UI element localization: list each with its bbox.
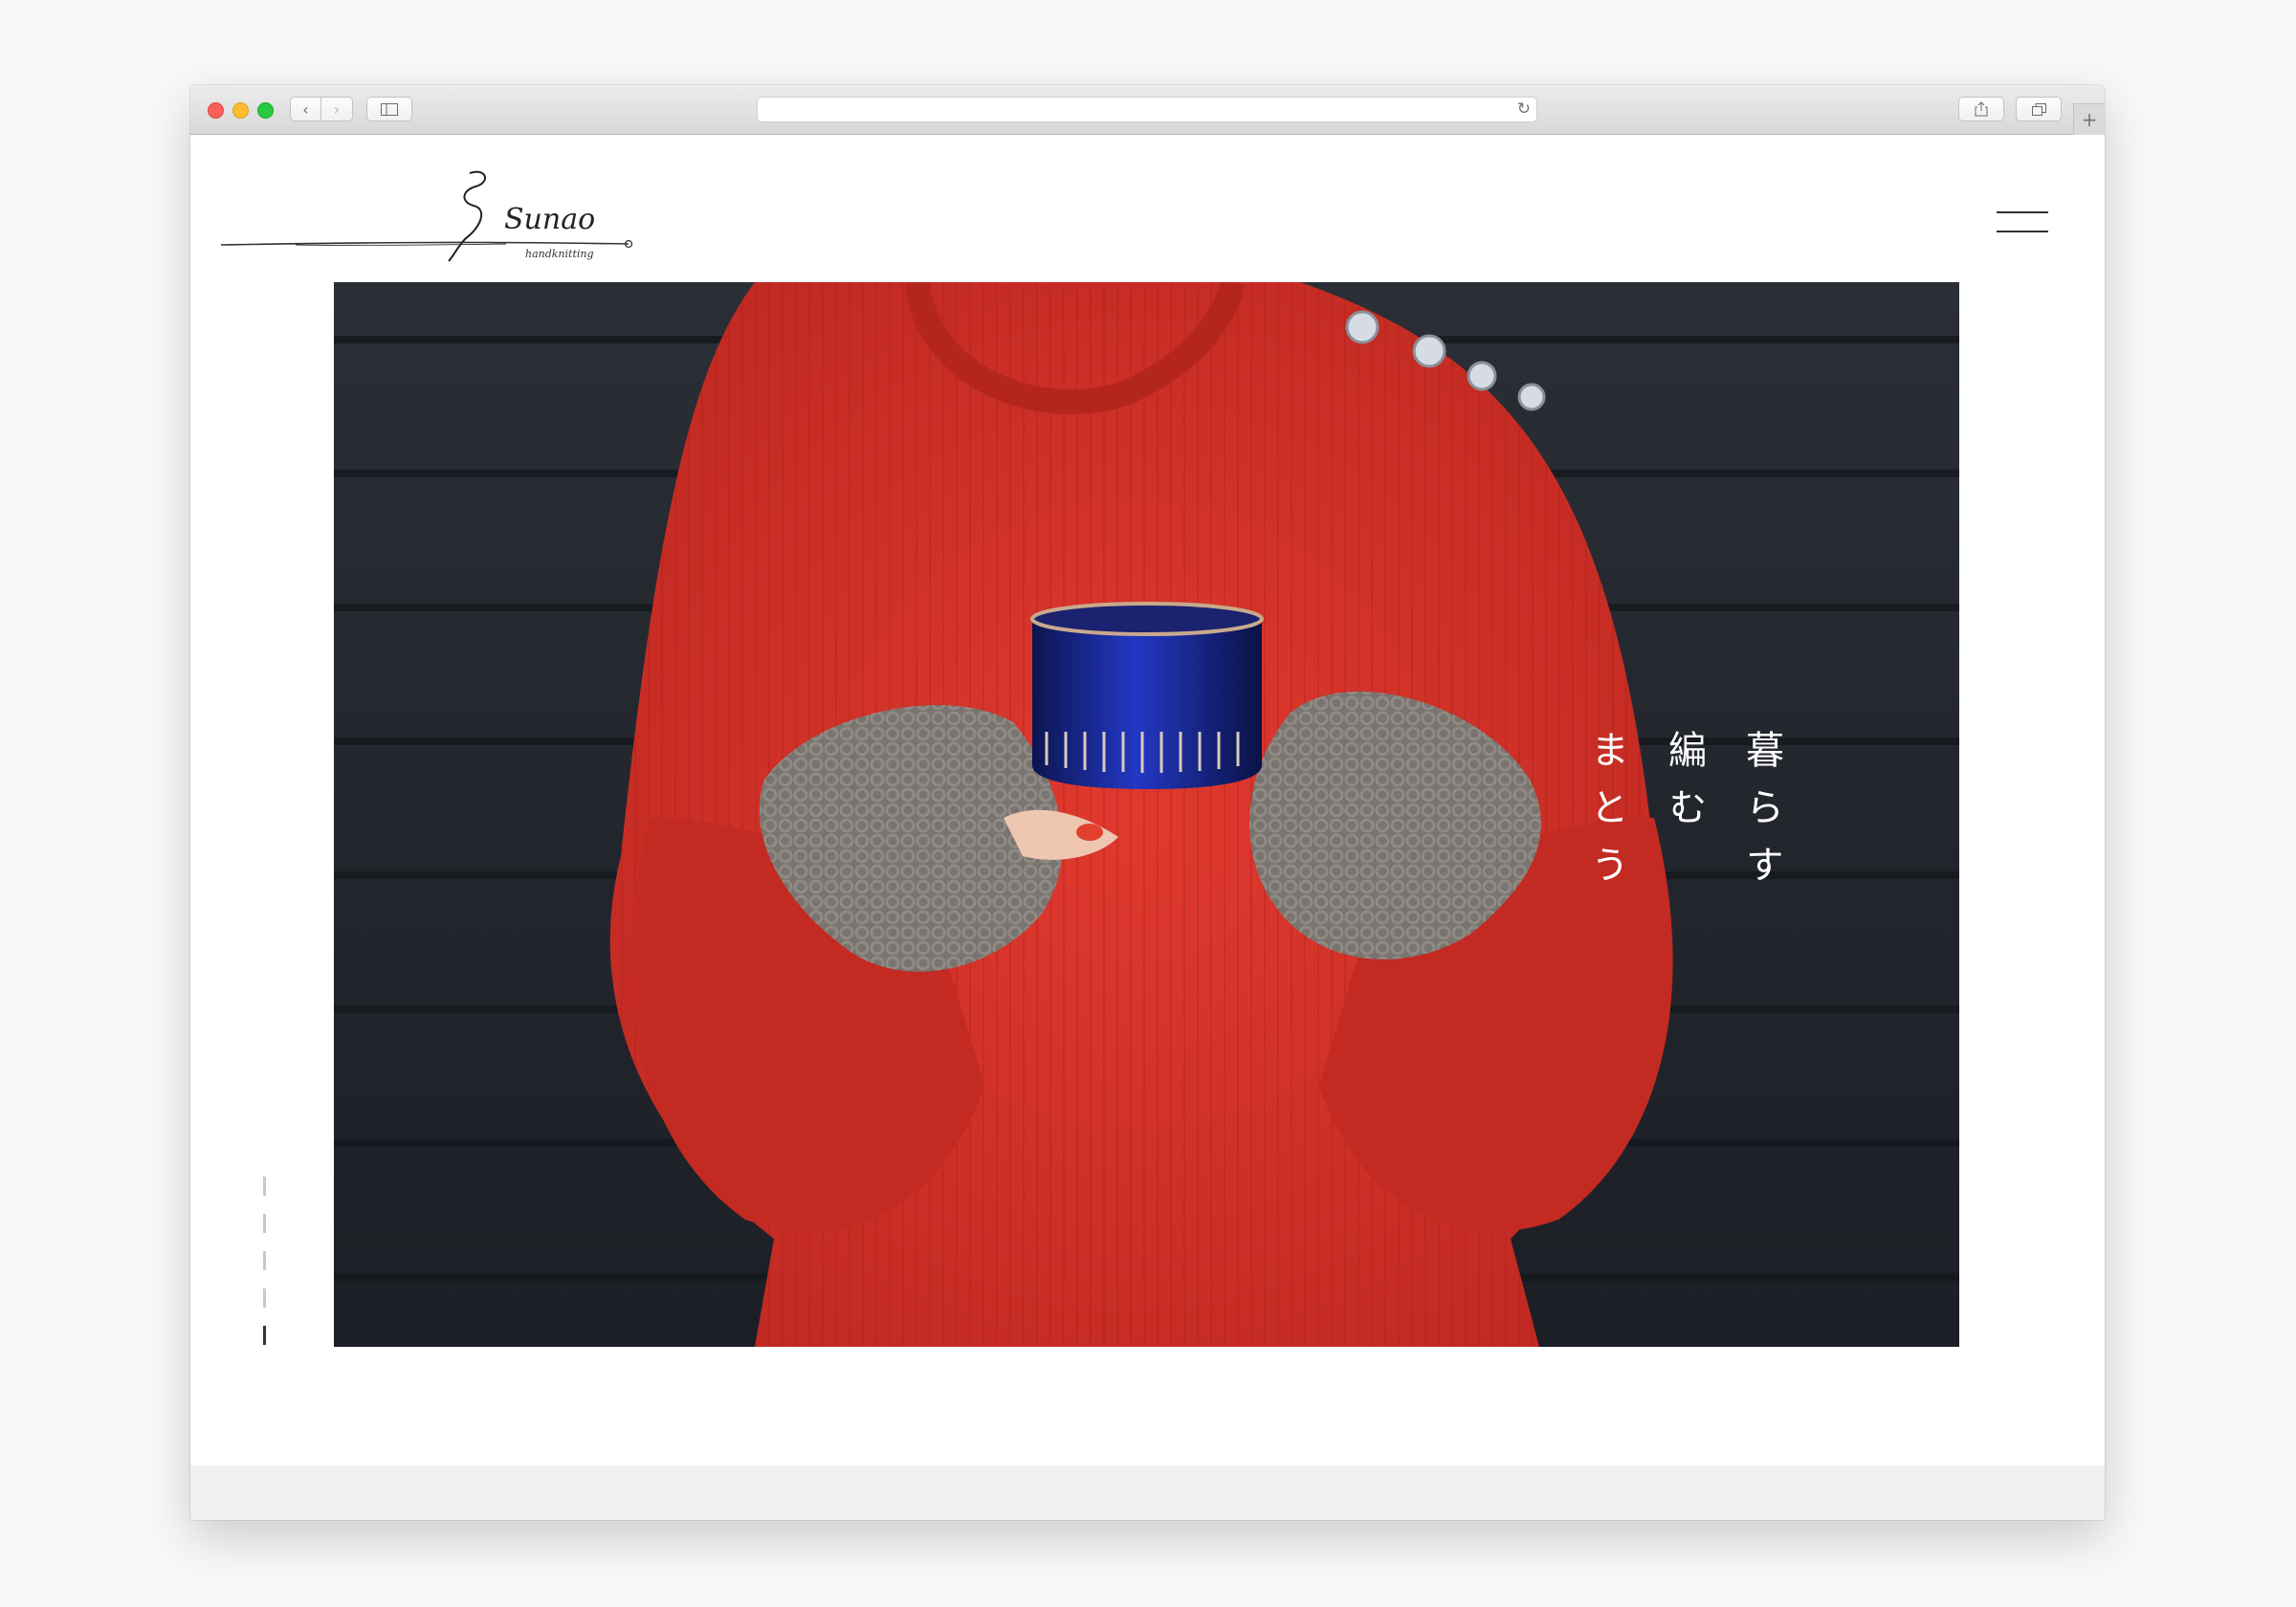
chevron-left-icon: ‹ (302, 99, 309, 119)
slide-dot[interactable] (263, 1177, 266, 1196)
reload-icon[interactable]: ↻ (1517, 99, 1531, 119)
back-button[interactable]: ‹ (290, 97, 321, 121)
tagline-column-1: 暮らす (1739, 730, 1783, 902)
logo-wordmark: Sunao (504, 203, 595, 236)
sidebar-icon (381, 102, 398, 116)
cup-rim (1030, 602, 1264, 636)
address-bar[interactable]: ↻ (757, 97, 1537, 122)
chevron-right-icon: › (333, 99, 341, 119)
hero-image: 暮らす 編む まとう (334, 282, 1959, 1347)
hero-illustration (334, 282, 1959, 1347)
tabs-overview-icon (2031, 102, 2046, 116)
page-content: Sunao handknitting 暮らす 編む まとう (190, 135, 2105, 1465)
slide-dot[interactable] (263, 1288, 266, 1308)
tagline-column-2: 編む (1662, 730, 1706, 845)
fingernail (1076, 824, 1103, 841)
new-tab-button[interactable]: + (2073, 103, 2105, 135)
sidebar-toggle-button[interactable] (366, 97, 412, 121)
zoom-window-button[interactable] (257, 102, 274, 119)
slide-dot-active[interactable] (263, 1326, 266, 1345)
tagline-column-3: まとう (1584, 730, 1628, 902)
hamburger-menu-icon[interactable] (1997, 211, 2048, 234)
slide-dot[interactable] (263, 1251, 266, 1270)
share-button[interactable] (1958, 97, 2004, 121)
slide-indicator (263, 1177, 267, 1347)
browser-window: ‹ › ↻ + Sunao handknitting 暮らす 編む まとう (190, 85, 2105, 1520)
slide-dot[interactable] (263, 1214, 266, 1233)
plus-icon: + (2081, 108, 2098, 131)
browser-toolbar: ‹ › ↻ + (190, 85, 2105, 135)
tabs-overview-button[interactable] (2016, 97, 2062, 121)
history-navigation: ‹ › (290, 97, 353, 121)
share-icon (1975, 101, 1988, 117)
site-logo[interactable]: Sunao handknitting (219, 169, 640, 265)
forward-button[interactable]: › (321, 97, 353, 121)
minimize-window-button[interactable] (232, 102, 249, 119)
close-window-button[interactable] (208, 102, 224, 119)
logo-subtext: handknitting (525, 248, 594, 260)
